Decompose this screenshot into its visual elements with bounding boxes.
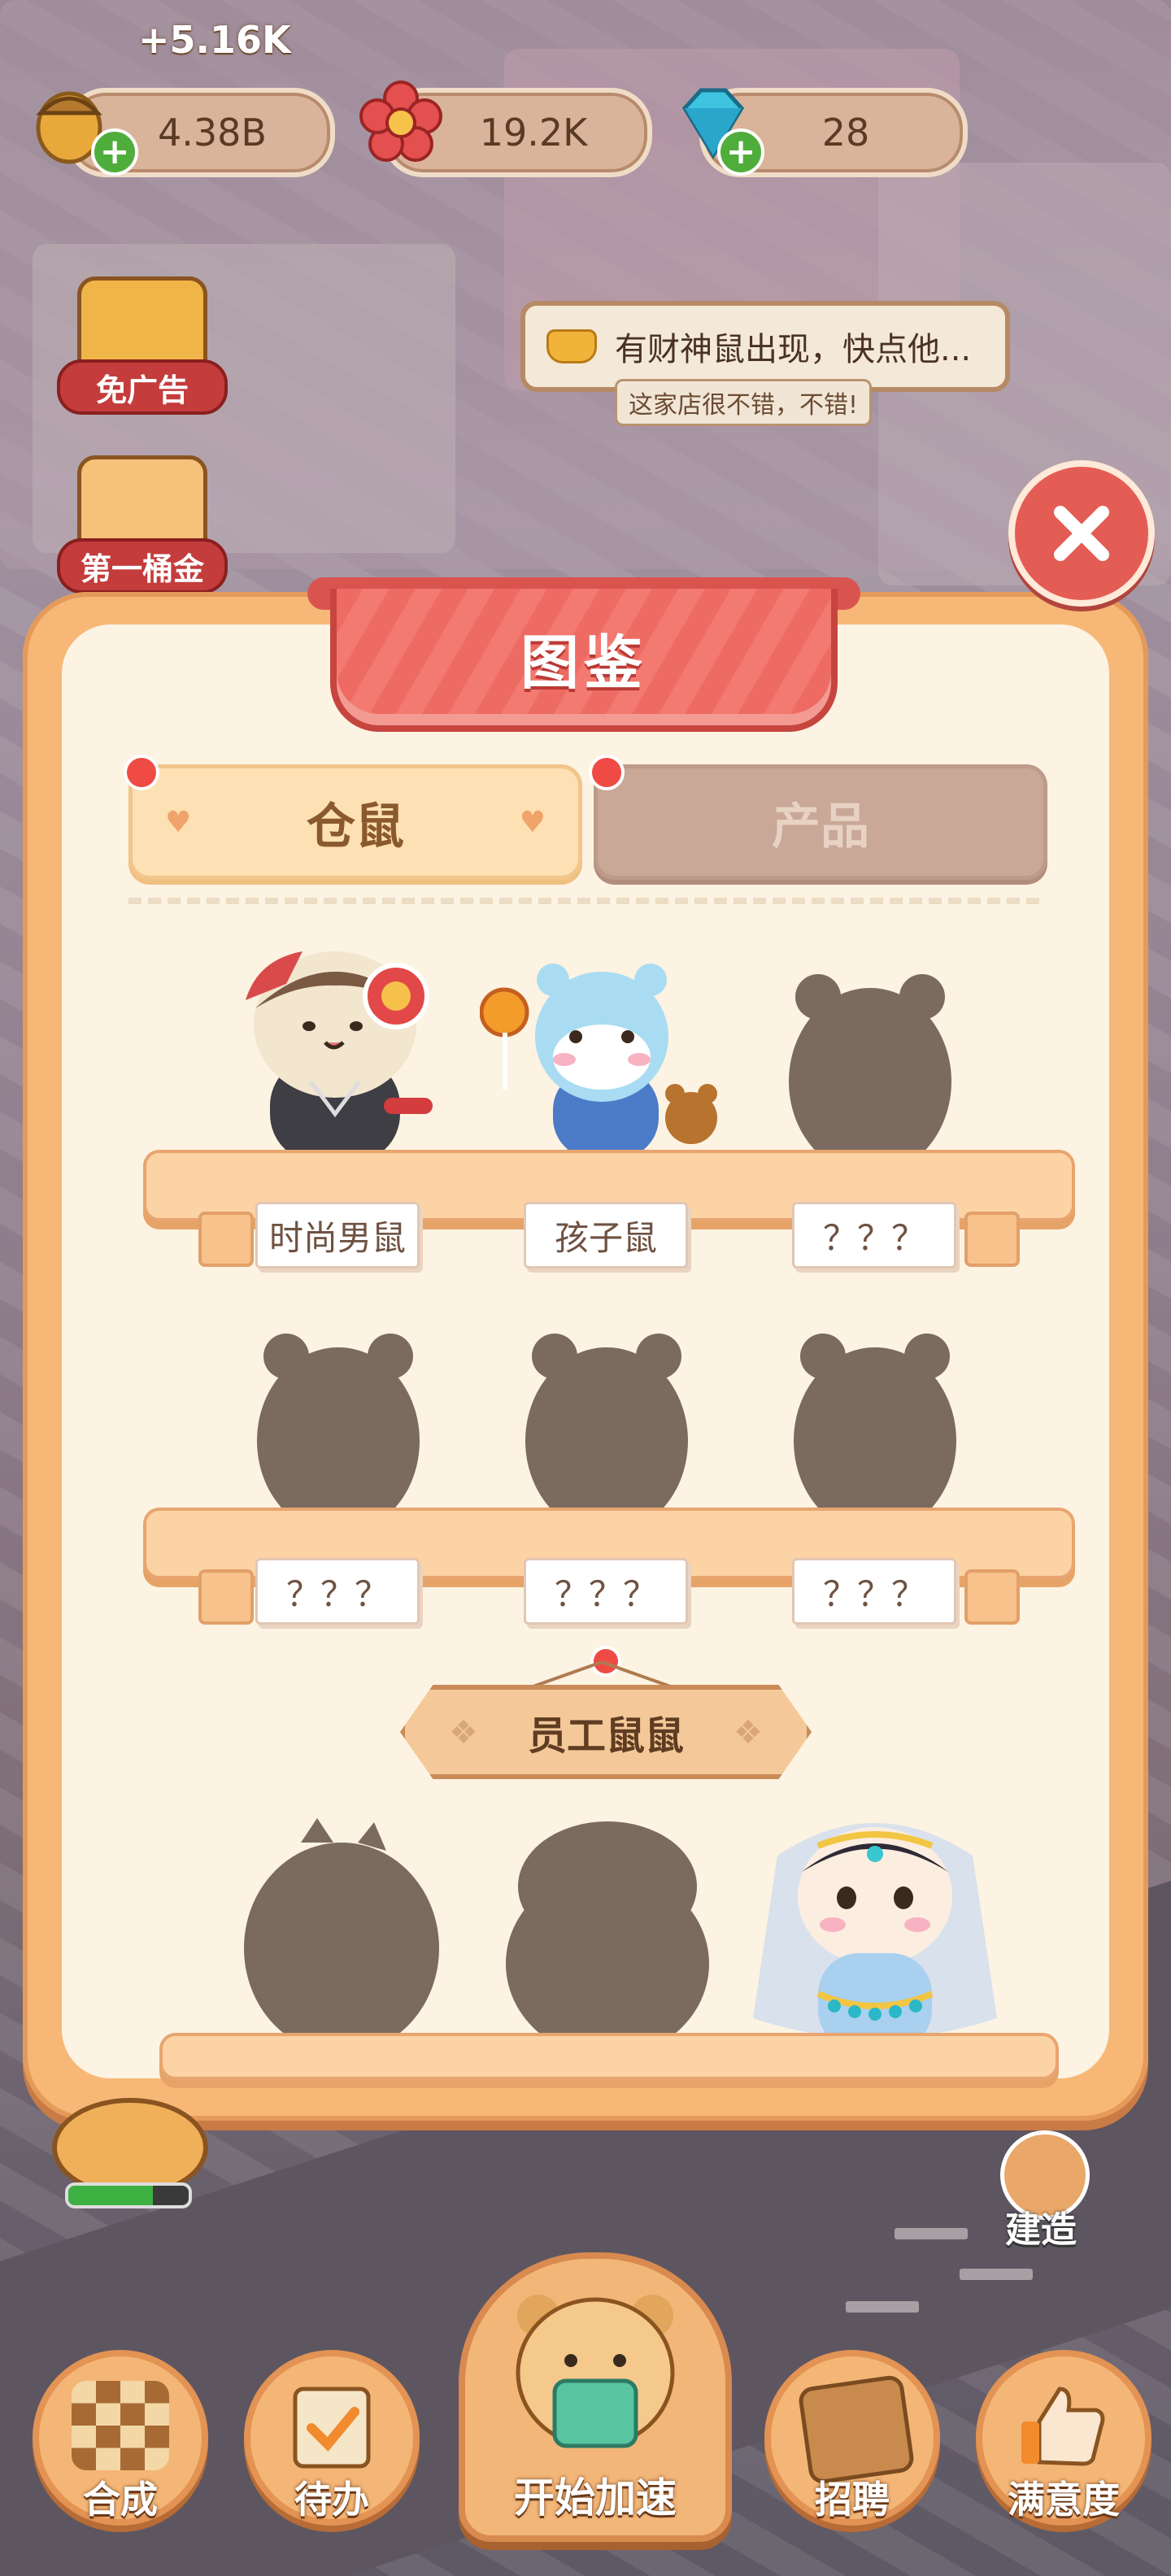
todo-icon xyxy=(293,2387,371,2469)
hamster-name-card: ？？？ xyxy=(792,1558,956,1625)
ad-free-label: 免广告 xyxy=(57,359,228,415)
tab-hamster-notification-dot xyxy=(124,755,159,790)
kid-hamster[interactable] xyxy=(480,947,740,1175)
hamster-name-card: ？？？ xyxy=(524,1558,688,1625)
nav-satisfaction-button[interactable]: 满意度 xyxy=(976,2350,1151,2526)
locked-hamster-silhouette[interactable] xyxy=(781,968,960,1179)
nav-speed-up-button[interactable]: 开始加速 xyxy=(459,2252,732,2542)
recruit-icon xyxy=(797,2374,916,2486)
shelf-bracket xyxy=(964,1569,1020,1625)
modal-title-banner: 图鉴 xyxy=(307,577,860,732)
locked-hamster-silhouette[interactable] xyxy=(517,1327,696,1538)
progress-fill xyxy=(68,2186,153,2205)
fashion-male-hamster[interactable] xyxy=(213,935,457,1179)
build-button[interactable]: 建造 xyxy=(976,2130,1106,2252)
tab-divider xyxy=(128,898,1039,904)
first-gold-button[interactable]: 第一桶金 xyxy=(57,455,228,594)
tab-hamster[interactable]: ♥ 仓鼠 ♥ xyxy=(128,764,582,880)
tab-product[interactable]: 产品 xyxy=(594,764,1047,880)
close-button[interactable] xyxy=(1008,460,1155,607)
speed-up-icon xyxy=(516,2295,675,2448)
build-label: 建造 xyxy=(1005,2209,1077,2251)
dancer-employee-hamster[interactable] xyxy=(729,1807,1021,2067)
locked-employee-silhouette[interactable] xyxy=(498,1821,717,2065)
notice-text: 有财神鼠出现，快点他... xyxy=(615,331,972,368)
hamster-name-card: 时尚男鼠 xyxy=(255,1202,420,1268)
thumbs-up-icon xyxy=(1021,2387,1105,2466)
nav-merge-button[interactable]: 合成 xyxy=(33,2350,208,2526)
diamond-add-button[interactable]: + xyxy=(717,128,764,176)
hamster-name-card: ？？？ xyxy=(255,1558,420,1625)
nav-speed-up-label: 开始加速 xyxy=(514,2474,677,2522)
close-icon xyxy=(1054,506,1109,561)
heart-icon: ♥ xyxy=(165,805,192,839)
locked-employee-silhouette[interactable] xyxy=(236,1818,447,2062)
modal-title: 图鉴 xyxy=(520,628,647,697)
gold-ingot-icon xyxy=(546,329,597,363)
display-shelf xyxy=(159,2033,1059,2080)
shelf-bracket xyxy=(964,1212,1020,1267)
nav-merge-label: 合成 xyxy=(83,2478,158,2522)
locked-hamster-silhouette[interactable] xyxy=(786,1327,964,1538)
title-plate: 图鉴 xyxy=(330,589,838,732)
nav-todo-button[interactable]: 待办 xyxy=(244,2350,420,2526)
employee-section-banner: ❖ 员工鼠鼠 ❖ xyxy=(400,1685,812,1779)
shelf-bracket xyxy=(198,1212,254,1267)
tab-product-label: 产品 xyxy=(772,798,869,855)
income-rate: +5.16K xyxy=(138,18,291,62)
nav-recruit-button[interactable]: 招聘 xyxy=(764,2350,940,2526)
hamster-name-card: ？？？ xyxy=(792,1202,956,1268)
heart-icon: ♥ xyxy=(519,805,546,839)
nav-todo-label: 待办 xyxy=(294,2478,369,2522)
shop-comment: 这家店很不错，不错! xyxy=(615,379,873,426)
flower-icon xyxy=(359,80,442,162)
progress-bar xyxy=(65,2182,192,2208)
first-gold-label: 第一桶金 xyxy=(57,538,228,594)
locked-hamster-silhouette[interactable] xyxy=(249,1327,428,1538)
nav-recruit-label: 招聘 xyxy=(815,2478,890,2522)
tab-hamster-label: 仓鼠 xyxy=(307,798,404,855)
ad-free-button[interactable]: 免广告 xyxy=(57,276,228,415)
merge-icon xyxy=(72,2381,169,2470)
acorn-add-button[interactable]: + xyxy=(91,128,138,176)
nav-satisfaction-label: 满意度 xyxy=(1008,2478,1120,2522)
hamster-name-card: 孩子鼠 xyxy=(524,1202,688,1268)
paw-icon: ❖ xyxy=(734,1714,763,1751)
tab-product-notification-dot xyxy=(589,755,625,790)
shelf-bracket xyxy=(198,1569,254,1625)
